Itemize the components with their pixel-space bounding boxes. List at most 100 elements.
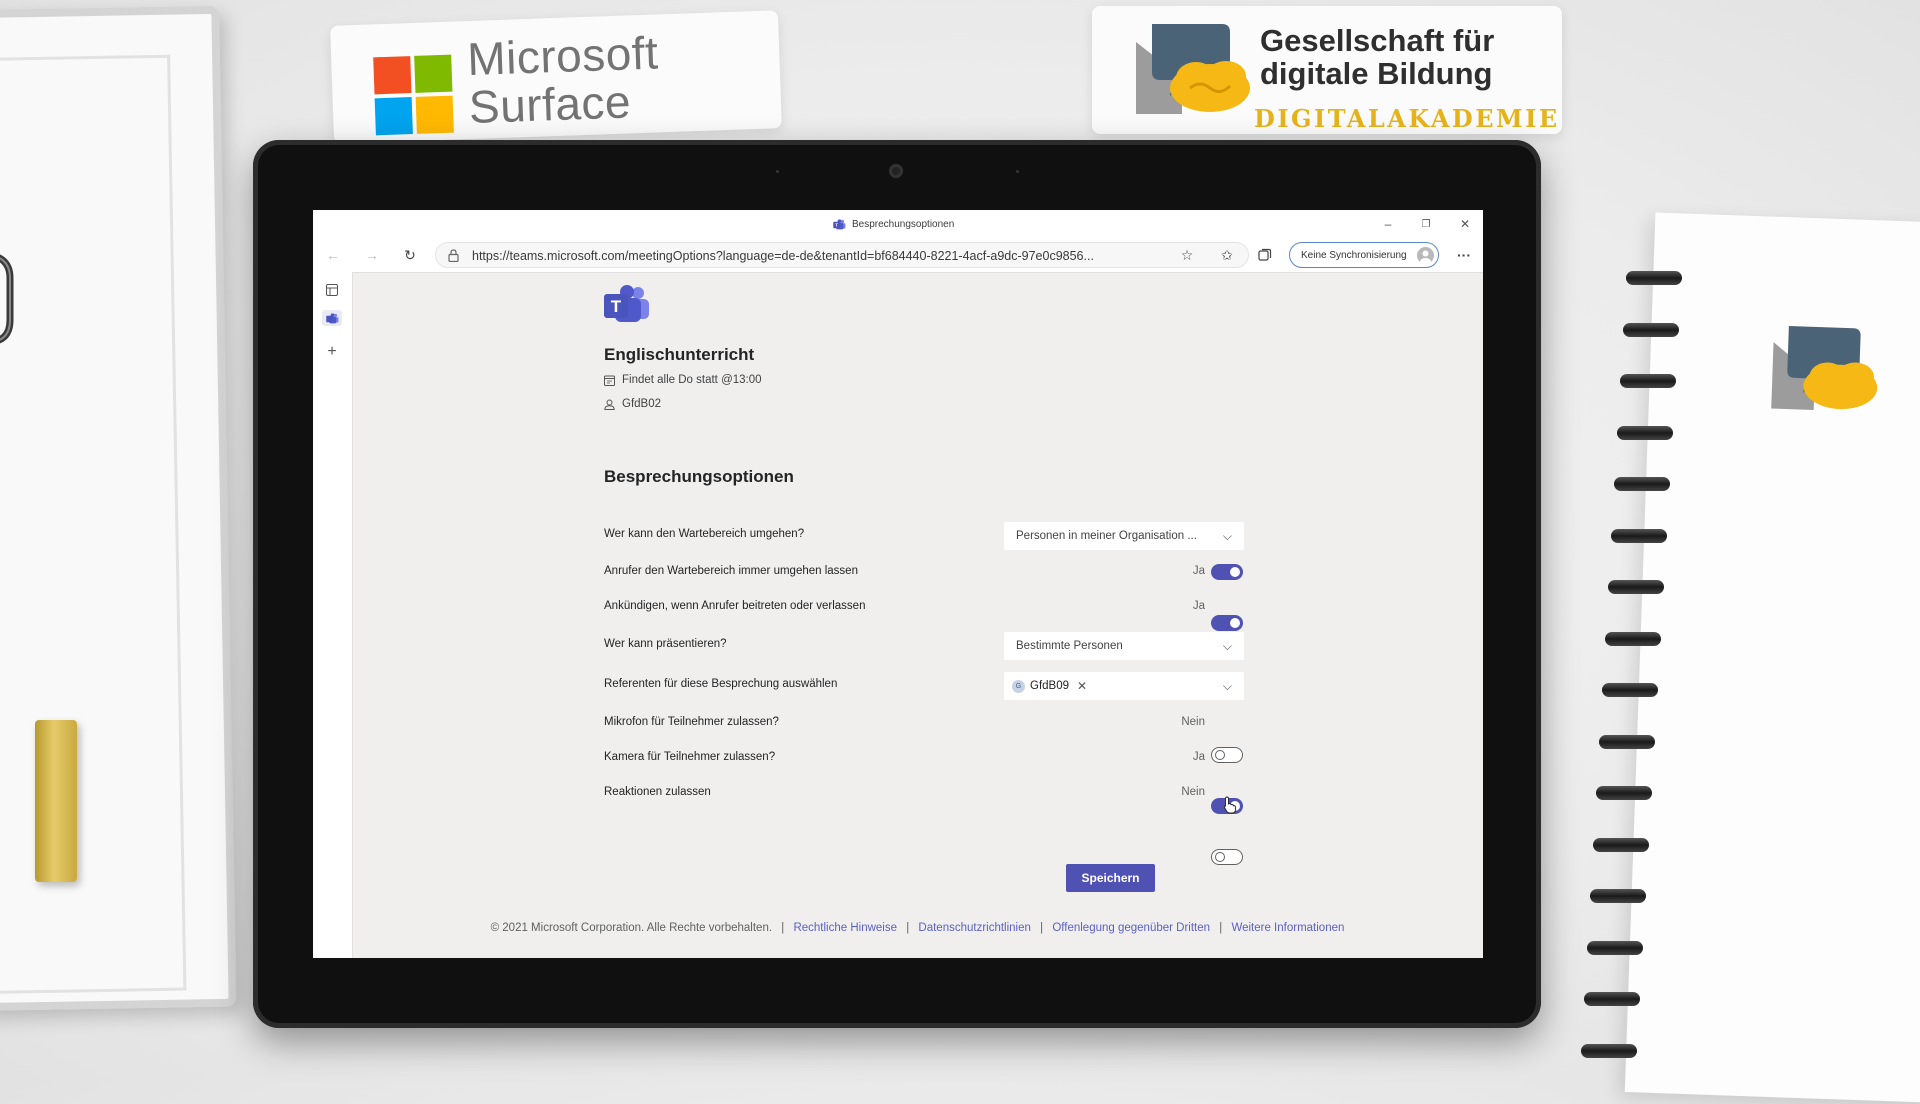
close-icon[interactable]: ✕: [1077, 679, 1087, 693]
person-icon: [604, 399, 615, 410]
footer-copyright: © 2021 Microsoft Corporation. Alle Recht…: [490, 922, 773, 934]
spiral-ring: [1605, 631, 1661, 646]
presenter-chip-label: GfdB09: [1030, 680, 1069, 692]
meeting-organizer: GfdB02: [604, 398, 661, 410]
meeting-schedule: Findet alle Do statt @13:00: [604, 374, 762, 386]
profile-avatar-icon: [1417, 246, 1434, 264]
chevron-down-icon: ⌵: [1222, 638, 1232, 653]
toggle-knob: [1230, 567, 1240, 577]
toggle-knob: [1215, 750, 1225, 760]
favorite-add-icon[interactable]: ☆: [1178, 246, 1196, 264]
spiral-ring-wire: [1593, 837, 1649, 852]
callers-bypass-label: Anrufer den Wartebereich immer umgehen l…: [604, 565, 858, 577]
plus-icon[interactable]: +: [324, 343, 340, 360]
collections-glyph: [1258, 248, 1272, 261]
spiral-ring: [1608, 580, 1664, 594]
svg-text:T: T: [611, 297, 622, 316]
sync-button[interactable]: Keine Synchronisierung: [1289, 242, 1439, 268]
restore-button[interactable]: ❐: [1417, 215, 1435, 233]
spiral-ring: [1614, 477, 1670, 491]
meeting-organizer-text: GfdB02: [622, 398, 661, 410]
meeting-schedule-text: Findet alle Do statt @13:00: [622, 374, 762, 386]
sensor-left: [776, 170, 779, 173]
browser-window: T Besprechungsoptionen – ❐ ✕ ← → ↻ https…: [313, 210, 1483, 958]
minimize-button[interactable]: –: [1379, 215, 1397, 233]
spiral-ring: [1620, 374, 1676, 388]
spiral-ring-wire: [1620, 374, 1676, 388]
microsoft-surface-text: Microsoft Surface: [466, 26, 660, 134]
spiral-ring: [1626, 271, 1682, 285]
section-title: Besprechungsoptionen: [604, 467, 794, 486]
tab-actions-icon[interactable]: [324, 282, 340, 298]
lobby-bypass-dropdown[interactable]: Personen in meiner Organisation ... ⌵: [1004, 522, 1244, 550]
gfdb-sticker: Gesellschaft für digitale Bildung DIGITA…: [1092, 6, 1562, 134]
ms-line1: Microsoft: [466, 26, 660, 86]
refresh-icon[interactable]: ↻: [401, 246, 419, 264]
forward-arrow-icon[interactable]: →: [363, 246, 381, 264]
spiral-ring: [1590, 889, 1646, 903]
select-presenters-picker[interactable]: G GfdB09 ✕ ⌵: [1004, 672, 1244, 700]
notebook-gfdb-logo-icon: [1771, 326, 1878, 410]
spiral-ring: [1602, 683, 1658, 697]
lock-icon: [448, 249, 459, 262]
meeting-options-page: T Englischunterricht Findet alle Do stat…: [352, 272, 1483, 958]
mic-state: Nein: [1181, 716, 1205, 728]
teams-icon: T: [833, 218, 846, 229]
announce-toggle[interactable]: [1211, 615, 1243, 631]
chevron-down-icon: ⌵: [1222, 678, 1232, 693]
presenters-dropdown[interactable]: Bestimmte Personen ⌵: [1004, 632, 1244, 660]
mic-label: Mikrofon für Teilnehmer zulassen?: [604, 716, 779, 728]
tab-actions-glyph: [326, 284, 338, 296]
more-icon[interactable]: ···: [1455, 246, 1473, 264]
camera-state: Ja: [1192, 751, 1205, 763]
footer-link-third-party[interactable]: Offenlegung gegenüber Dritten: [1052, 922, 1210, 934]
toggle-knob: [1215, 852, 1225, 862]
address-bar[interactable]: https://teams.microsoft.com/meetingOptio…: [435, 242, 1249, 268]
footer-separator: |: [1219, 922, 1223, 934]
spiral-ring: [1593, 837, 1649, 852]
spiral-ring-wire: [1611, 528, 1667, 543]
teams-tab-icon[interactable]: [322, 310, 342, 326]
chip-avatar: G: [1012, 679, 1025, 693]
teams-icon: [325, 312, 338, 323]
presenter-chip[interactable]: G GfdB09 ✕: [1012, 679, 1087, 693]
favorites-icon[interactable]: ✩: [1218, 246, 1236, 264]
svg-text:T: T: [835, 222, 838, 227]
reactions-toggle[interactable]: [1211, 849, 1243, 865]
spiral-ring-wire: [1617, 425, 1673, 440]
microsoft-logo-icon: [373, 54, 454, 136]
save-button[interactable]: Speichern: [1066, 864, 1155, 892]
close-button[interactable]: ✕: [1456, 215, 1474, 233]
spiral-ring-wire: [1596, 786, 1652, 800]
camera-label: Kamera für Teilnehmer zulassen?: [604, 751, 776, 763]
collections-icon[interactable]: [1256, 246, 1274, 264]
spiral-ring: [1584, 992, 1640, 1006]
profile-person-icon: [1420, 250, 1431, 264]
footer-link-legal[interactable]: Rechtliche Hinweise: [793, 922, 897, 934]
binder-inner-border: [0, 54, 187, 995]
mic-toggle[interactable]: [1211, 747, 1243, 763]
back-arrow-icon[interactable]: ←: [324, 246, 342, 264]
gfdb-subtitle: DIGITALAKADEMIE: [1254, 104, 1560, 133]
spiral-ring-wire: [1614, 477, 1670, 491]
spiral-ring: [1587, 940, 1643, 955]
select-presenters-label: Referenten für diese Besprechung auswähl…: [604, 678, 838, 690]
ms-line2: Surface: [468, 75, 632, 134]
spiral-ring: [1617, 425, 1673, 440]
spiral-ring: [1611, 528, 1667, 543]
url-text[interactable]: https://teams.microsoft.com/meetingOptio…: [472, 249, 1172, 263]
gold-clip: [35, 720, 77, 882]
browser-sidebar: +: [313, 272, 353, 958]
spiral-ring-wire: [1590, 889, 1646, 903]
spiral-ring-wire: [1584, 992, 1640, 1006]
footer-link-more-info[interactable]: Weitere Informationen: [1231, 922, 1344, 934]
footer-link-privacy[interactable]: Datenschutzrichtlinien: [918, 922, 1031, 934]
callers-bypass-toggle[interactable]: [1211, 564, 1243, 580]
gfdb-logo-icon: [1136, 24, 1250, 114]
spiral-ring-wire: [1608, 580, 1664, 594]
callers-bypass-state: Ja: [1192, 565, 1205, 577]
reactions-state: Nein: [1181, 786, 1205, 798]
spiral-ring: [1596, 786, 1652, 800]
spiral-notebook: [1624, 212, 1920, 1104]
calendar-icon: [604, 375, 615, 386]
